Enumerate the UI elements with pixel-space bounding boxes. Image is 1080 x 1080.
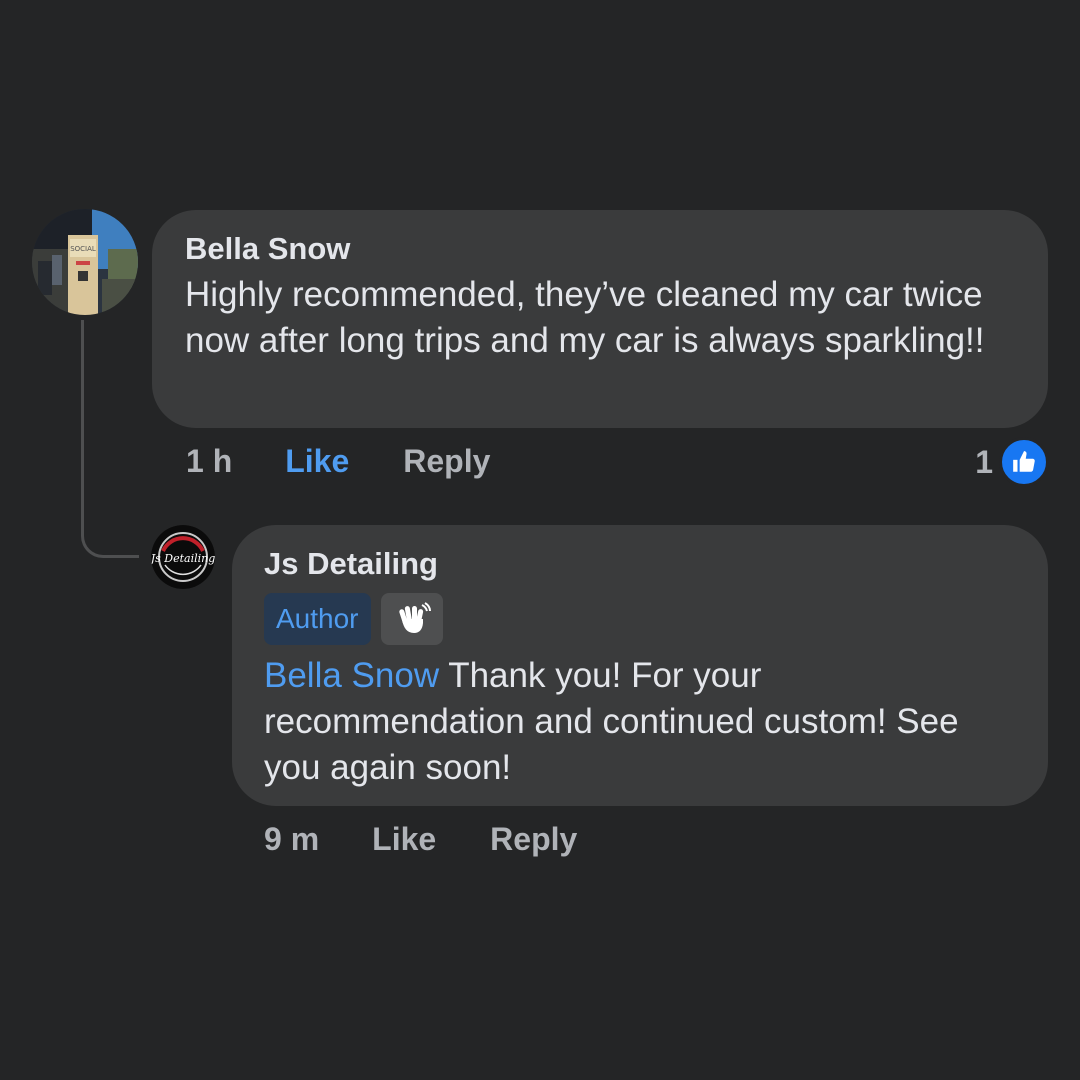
wave-icon[interactable] — [380, 593, 443, 645]
comment-thread: SOCIAL Bella Snow Highly recommended, th… — [0, 0, 1080, 1080]
like-button[interactable]: Like — [372, 821, 436, 858]
reaction-count: 1 — [975, 443, 993, 480]
avatar[interactable]: SOCIAL — [32, 209, 138, 315]
reply-bubble: Js Detailing Author Bella Snow Thank you… — [232, 525, 1048, 806]
comment-bubble: Bella Snow Highly recommended, they’ve c… — [152, 210, 1048, 428]
mention-link[interactable]: Bella Snow — [264, 656, 439, 695]
thumbs-up-icon — [999, 437, 1049, 487]
comment-text: Highly recommended, they’ve cleaned my c… — [185, 275, 985, 360]
reply-author-name[interactable]: Js Detailing — [264, 545, 1016, 583]
comment-timestamp[interactable]: 1 h — [186, 443, 232, 480]
business-logo: Js Detailing — [151, 525, 215, 589]
svg-text:Js Detailing: Js Detailing — [151, 552, 215, 565]
reply-text: Bella Snow Thank you! For your recommend… — [264, 653, 1016, 791]
author-badges: Author — [264, 593, 1016, 645]
svg-text:SOCIAL: SOCIAL — [70, 245, 96, 253]
comment-actions: 1 h Like Reply — [186, 443, 490, 480]
like-button[interactable]: Like — [285, 443, 349, 480]
reaction-summary[interactable]: 1 — [975, 437, 1049, 487]
reply-actions: 9 m Like Reply — [264, 821, 577, 858]
author-badge[interactable]: Author — [264, 593, 371, 645]
reply-button[interactable]: Reply — [403, 443, 490, 480]
avatar-photo: SOCIAL — [32, 209, 138, 315]
reply-button[interactable]: Reply — [490, 821, 577, 858]
avatar[interactable]: Js Detailing — [151, 525, 215, 589]
comment-author-name[interactable]: Bella Snow — [185, 230, 1015, 268]
thread-connector — [81, 320, 139, 558]
reply-timestamp[interactable]: 9 m — [264, 821, 319, 858]
